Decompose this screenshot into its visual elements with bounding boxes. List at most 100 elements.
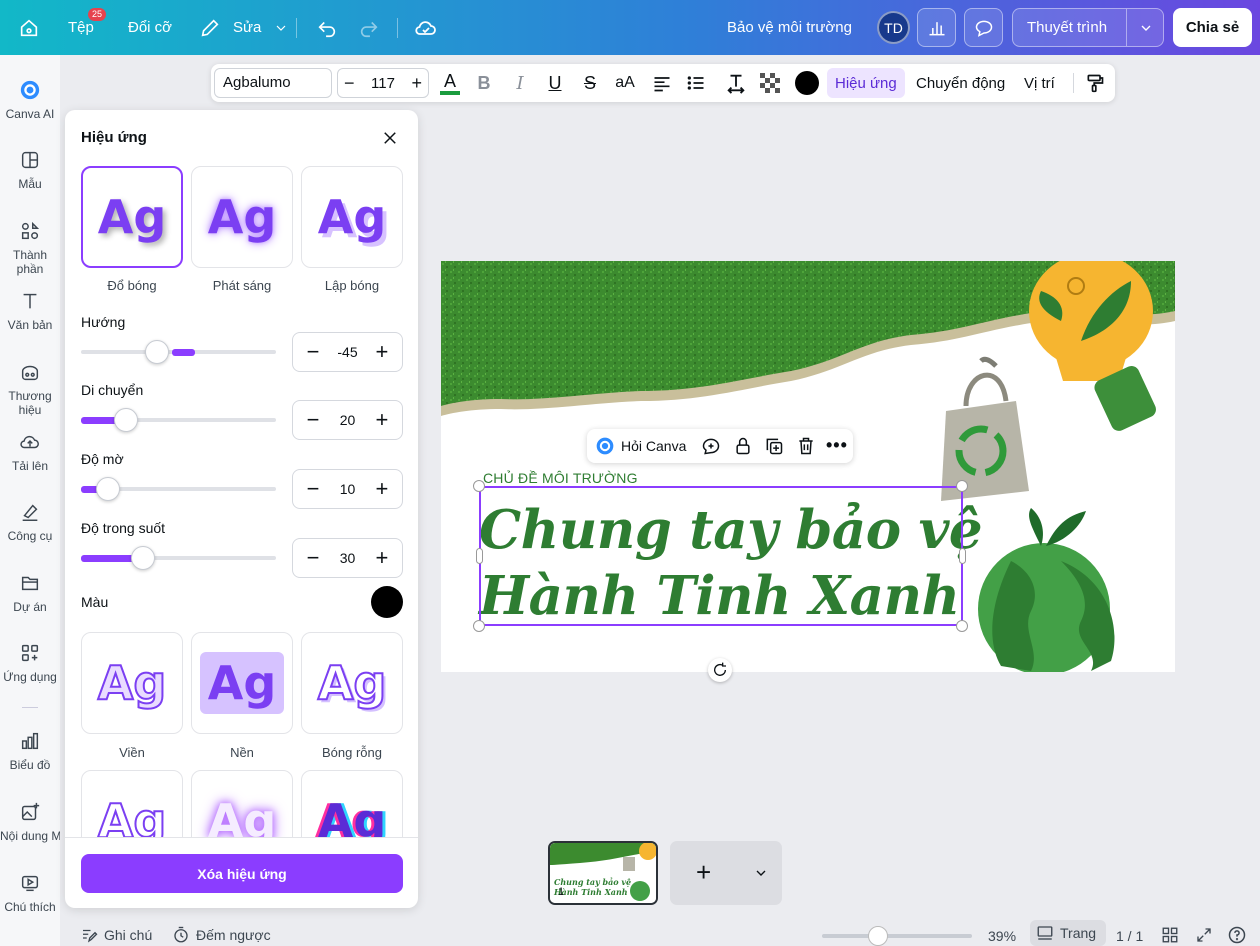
underline-icon[interactable]: U [544,64,566,102]
comment-add-icon[interactable] [701,436,721,461]
plus-icon[interactable]: + [372,341,392,363]
add-page-button[interactable]: + [670,841,782,905]
chevron-down-icon[interactable] [1138,20,1154,36]
position-button[interactable]: Vị trí [1024,64,1055,102]
minus-icon[interactable]: − [303,478,323,500]
slide-subtitle[interactable]: CHỦ ĐỀ MÔI TRƯỜNG [483,470,638,486]
rail-item-charts[interactable]: Biểu đồ [0,730,60,772]
close-icon[interactable] [381,129,399,152]
rail-item-apps[interactable]: Ứng dụng [0,642,60,684]
minus-icon[interactable]: − [303,547,323,569]
rail-item-projects[interactable]: Dự án [0,572,60,614]
page-thumbnail[interactable]: Chung tay bảo vệ Hành Tinh Xanh 1 [548,841,658,905]
notes-button[interactable]: Ghi chú [80,926,152,944]
plus-icon[interactable]: + [372,478,392,500]
pages-view-button[interactable]: Trang [1030,920,1106,946]
grid-view-icon[interactable] [1161,926,1179,944]
list-icon[interactable] [685,64,707,102]
slider-thumb[interactable] [131,546,155,570]
more-icon[interactable]: ••• [826,435,848,456]
plus-icon[interactable]: + [372,409,392,431]
remove-effect-button[interactable]: Xóa hiệu ứng [81,854,403,893]
rail-item-templates[interactable]: Mẫu [0,149,60,191]
align-left-icon[interactable] [651,64,673,102]
duplicate-icon[interactable] [764,436,784,461]
trash-icon[interactable] [796,436,816,461]
offset-stepper[interactable]: − 20 + [292,400,403,440]
strikethrough-icon[interactable]: S [579,64,601,102]
ask-canva-button[interactable]: Hỏi Canva [595,435,686,457]
avatar[interactable]: TD [877,11,910,44]
rail-item-elements[interactable]: Thành phần [0,220,60,276]
copy-style-icon[interactable] [1084,64,1106,102]
effect-glow[interactable]: Ag [191,166,293,268]
resize-handle[interactable] [956,620,968,632]
undo-icon[interactable] [316,0,338,55]
text-color-button[interactable]: A [437,64,463,102]
rail-item-captions[interactable]: Chú thích [0,872,60,914]
italic-icon[interactable]: I [509,64,531,102]
offset-slider[interactable] [81,408,276,432]
offset-value[interactable]: 20 [340,412,356,428]
minus-icon[interactable]: − [303,409,323,431]
spacing-icon[interactable] [724,64,748,102]
comments-button[interactable] [964,8,1003,47]
blur-slider[interactable] [81,477,276,501]
font-family-select[interactable]: Agbalumo [214,68,332,98]
effect-hollow-shadow[interactable]: Ag [301,632,403,734]
fullscreen-icon[interactable] [1195,926,1213,944]
slider-thumb[interactable] [145,340,169,364]
zoom-slider[interactable] [822,934,972,938]
redo-icon[interactable] [358,0,380,55]
plus-icon[interactable]: + [411,73,422,94]
effect-glitch[interactable]: Ag [301,770,403,837]
effect-neon[interactable]: Ag [191,770,293,837]
slider-thumb[interactable] [96,477,120,501]
rail-item-magic-media[interactable]: Nội dung M... [0,801,60,843]
edit-menu[interactable]: Sửa [199,0,289,55]
rail-item-text[interactable]: Văn bản [0,290,60,332]
slider-thumb[interactable] [114,408,138,432]
share-button[interactable]: Chia sẻ [1173,8,1252,47]
animate-button[interactable]: Chuyển động [916,64,1005,102]
letter-case-icon[interactable]: aA [613,64,637,102]
rail-item-uploads[interactable]: Tải lên [0,431,60,473]
blur-value[interactable]: 10 [340,481,356,497]
effect-lift[interactable]: Ag [301,166,403,268]
resize-handle[interactable] [473,620,485,632]
transparency-value[interactable]: 30 [340,550,356,566]
rail-item-canva-ai[interactable]: Canva AI [0,79,60,121]
effect-background[interactable]: Ag [191,632,293,734]
zoom-slider-thumb[interactable] [868,926,888,946]
transparency-slider[interactable] [81,546,276,570]
bold-icon[interactable]: B [473,64,495,102]
resize-handle[interactable] [959,548,966,564]
transparency-stepper[interactable]: − 30 + [292,538,403,578]
rail-item-brand[interactable]: Thương hiệu [0,361,60,417]
direction-stepper[interactable]: − -45 + [292,332,403,372]
effects-button[interactable]: Hiệu ứng [827,68,905,98]
transparency-icon[interactable] [759,64,781,102]
chevron-down-icon[interactable] [753,865,769,881]
resize-menu[interactable]: Đổi cỡ [128,0,172,55]
selection-box[interactable] [479,486,963,626]
timer-button[interactable]: Đếm ngược [172,926,271,944]
present-button[interactable]: Thuyết trình [1012,8,1164,47]
font-size-value[interactable]: 117 [371,75,395,92]
plus-icon[interactable]: + [696,859,711,885]
zoom-level[interactable]: 39% [988,928,1016,944]
lock-icon[interactable] [733,436,753,461]
rail-item-tools[interactable]: Công cụ [0,501,60,543]
minus-icon[interactable]: − [344,73,355,94]
resize-handle[interactable] [473,480,485,492]
help-icon[interactable] [1227,925,1247,945]
effect-splice[interactable]: Ag [81,770,183,837]
insights-button[interactable] [917,8,956,47]
direction-value[interactable]: -45 [337,344,357,360]
rotate-handle[interactable] [708,658,732,682]
plus-icon[interactable]: + [372,547,392,569]
resize-handle[interactable] [956,480,968,492]
cloud-saved-icon[interactable] [414,0,438,55]
resize-handle[interactable] [476,548,483,564]
direction-slider[interactable] [81,340,276,364]
